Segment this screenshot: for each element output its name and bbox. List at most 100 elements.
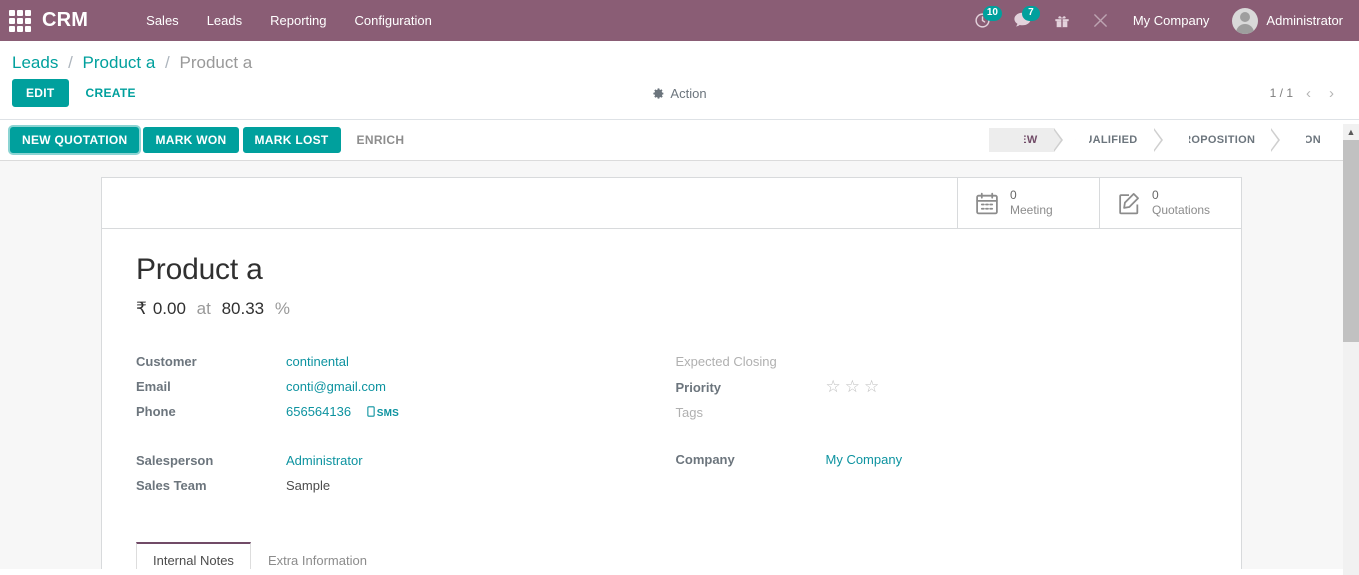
- stat-buttons-row: 0 Meeting 0 Quotations: [102, 178, 1241, 229]
- field-label-email: Email: [136, 374, 286, 399]
- field-label-salesperson: Salesperson: [136, 448, 286, 473]
- field-row-priority: Priority ☆ ☆ ☆: [676, 374, 1178, 400]
- stage-proposition[interactable]: PROPOSITION: [1154, 128, 1272, 152]
- app-brand-crm[interactable]: CRM: [42, 9, 88, 32]
- control-panel: Leads / Product a / Product a EDIT CREAT…: [0, 41, 1359, 120]
- form-group-contact: Customer continental Email conti@gmail.c…: [136, 349, 642, 426]
- menu-item-configuration[interactable]: Configuration: [340, 0, 445, 41]
- menu-item-sales[interactable]: Sales: [132, 0, 193, 41]
- vertical-scrollbar[interactable]: ▲: [1343, 124, 1359, 575]
- stat-button-meeting[interactable]: 0 Meeting: [957, 178, 1099, 228]
- gear-icon: [652, 87, 665, 100]
- probability-value[interactable]: 80.33: [222, 299, 265, 318]
- messaging-menu[interactable]: 7: [1002, 0, 1043, 41]
- currency-symbol: ₹: [136, 299, 147, 318]
- enrich-button[interactable]: ENRICH: [345, 127, 417, 153]
- field-row-tags: Tags: [676, 400, 1178, 425]
- stat-label: Quotations: [1152, 203, 1210, 218]
- priority-stars: ☆ ☆ ☆: [826, 374, 880, 399]
- tab-internal-notes[interactable]: Internal Notes: [136, 542, 251, 569]
- field-row-expected-closing: Expected Closing: [676, 349, 1178, 374]
- mark-won-button[interactable]: MARK WON: [143, 127, 238, 153]
- stat-text: 0 Meeting: [1010, 188, 1053, 218]
- apps-grid-icon[interactable]: [6, 8, 34, 34]
- breadcrumb-separator: /: [68, 53, 73, 72]
- calendar-icon: [974, 191, 1000, 216]
- form-column-right: Expected Closing Priority ☆ ☆ ☆: [672, 349, 1208, 520]
- field-label-priority: Priority: [676, 375, 826, 400]
- stat-label: Meeting: [1010, 203, 1053, 218]
- stage-new[interactable]: NEW: [989, 128, 1054, 152]
- create-button[interactable]: CREATE: [75, 79, 147, 107]
- user-menu[interactable]: Administrator: [1222, 8, 1347, 34]
- stage-arrow-icon: [1271, 128, 1280, 152]
- stage-qualified[interactable]: QUALIFIED: [1054, 128, 1154, 152]
- customer-link[interactable]: continental: [286, 354, 349, 369]
- field-label-customer: Customer: [136, 349, 286, 374]
- field-row-salesperson: Salesperson Administrator: [136, 448, 642, 473]
- stage-label: QUALIFIED: [1076, 134, 1138, 146]
- field-row-company: Company My Company: [676, 447, 1178, 472]
- breadcrumb-item-leads[interactable]: Leads: [12, 53, 58, 72]
- phone-link[interactable]: 656564136: [286, 404, 351, 419]
- action-menu-label: Action: [670, 86, 706, 101]
- stat-value: 0: [1010, 188, 1053, 203]
- form-grid: Customer continental Email conti@gmail.c…: [136, 349, 1207, 520]
- field-value-phone: 656564136 SMS: [286, 399, 399, 426]
- edit-button[interactable]: EDIT: [12, 79, 69, 107]
- email-link[interactable]: conti@gmail.com: [286, 379, 386, 394]
- breadcrumb-separator: /: [165, 53, 170, 72]
- field-row-sales-team: Sales Team Sample: [136, 473, 642, 498]
- field-value-company: My Company: [826, 447, 903, 472]
- pager-previous-button[interactable]: ‹: [1297, 84, 1320, 103]
- company-link[interactable]: My Company: [826, 452, 903, 467]
- star-icon[interactable]: ☆: [864, 374, 879, 399]
- stage-arrow-icon: [1154, 128, 1163, 152]
- tools-icon[interactable]: [1081, 0, 1120, 41]
- statusbar: NEW QUOTATION MARK WON MARK LOST ENRICH …: [0, 120, 1359, 161]
- field-value-sales-team[interactable]: Sample: [286, 473, 330, 498]
- navbar-right-cluster: 10 7 My Company Administrator: [963, 0, 1347, 41]
- pager-next-button[interactable]: ›: [1320, 84, 1343, 103]
- new-quotation-button[interactable]: NEW QUOTATION: [10, 127, 139, 153]
- mark-lost-button[interactable]: MARK LOST: [243, 127, 341, 153]
- stage-arrow-icon: [1054, 128, 1063, 152]
- breadcrumb-item-current: Product a: [180, 53, 253, 72]
- star-icon[interactable]: ☆: [826, 374, 841, 399]
- form-content-area: 0 Meeting 0 Quotations Product a: [0, 161, 1359, 569]
- stage-won[interactable]: WON: [1271, 128, 1337, 152]
- salesperson-link[interactable]: Administrator: [286, 453, 363, 468]
- stat-value: 0: [1152, 188, 1210, 203]
- stage-pipeline: NEW QUALIFIED PROPOSITION WON: [989, 128, 1359, 152]
- field-row-email: Email conti@gmail.com: [136, 374, 642, 399]
- user-name: Administrator: [1266, 13, 1343, 28]
- action-menu[interactable]: Action: [625, 86, 735, 101]
- field-label-company: Company: [676, 447, 826, 472]
- star-icon[interactable]: ☆: [845, 374, 860, 399]
- menu-item-reporting[interactable]: Reporting: [256, 0, 340, 41]
- activities-menu[interactable]: 10: [963, 0, 1002, 41]
- field-value-customer: continental: [286, 349, 349, 374]
- top-navbar: CRM Sales Leads Reporting Configuration …: [0, 0, 1359, 41]
- chevron-up-icon[interactable]: ▲: [1343, 124, 1359, 140]
- expected-revenue-value[interactable]: 0.00: [153, 299, 186, 318]
- field-row-customer: Customer continental: [136, 349, 642, 374]
- field-label-phone: Phone: [136, 399, 286, 424]
- breadcrumb: Leads / Product a / Product a: [0, 41, 1359, 79]
- breadcrumb-item-product-a[interactable]: Product a: [83, 53, 156, 72]
- menu-item-leads[interactable]: Leads: [193, 0, 256, 41]
- avatar: [1232, 8, 1258, 34]
- page-title: Product a: [136, 253, 1207, 287]
- messages-count-badge: 7: [1022, 6, 1040, 21]
- scrollbar-thumb[interactable]: [1343, 140, 1359, 342]
- tab-extra-information[interactable]: Extra Information: [251, 542, 384, 569]
- field-value-email: conti@gmail.com: [286, 374, 386, 399]
- stage-label: NEW: [1011, 134, 1038, 146]
- at-label: at: [197, 299, 211, 318]
- company-switcher[interactable]: My Company: [1120, 13, 1223, 28]
- gift-icon[interactable]: [1043, 0, 1081, 41]
- send-sms-button[interactable]: SMS: [367, 408, 399, 419]
- notebook-tabs: Internal Notes Extra Information: [102, 542, 1241, 569]
- stage-label: WON: [1293, 134, 1321, 146]
- stat-button-quotations[interactable]: 0 Quotations: [1099, 178, 1241, 228]
